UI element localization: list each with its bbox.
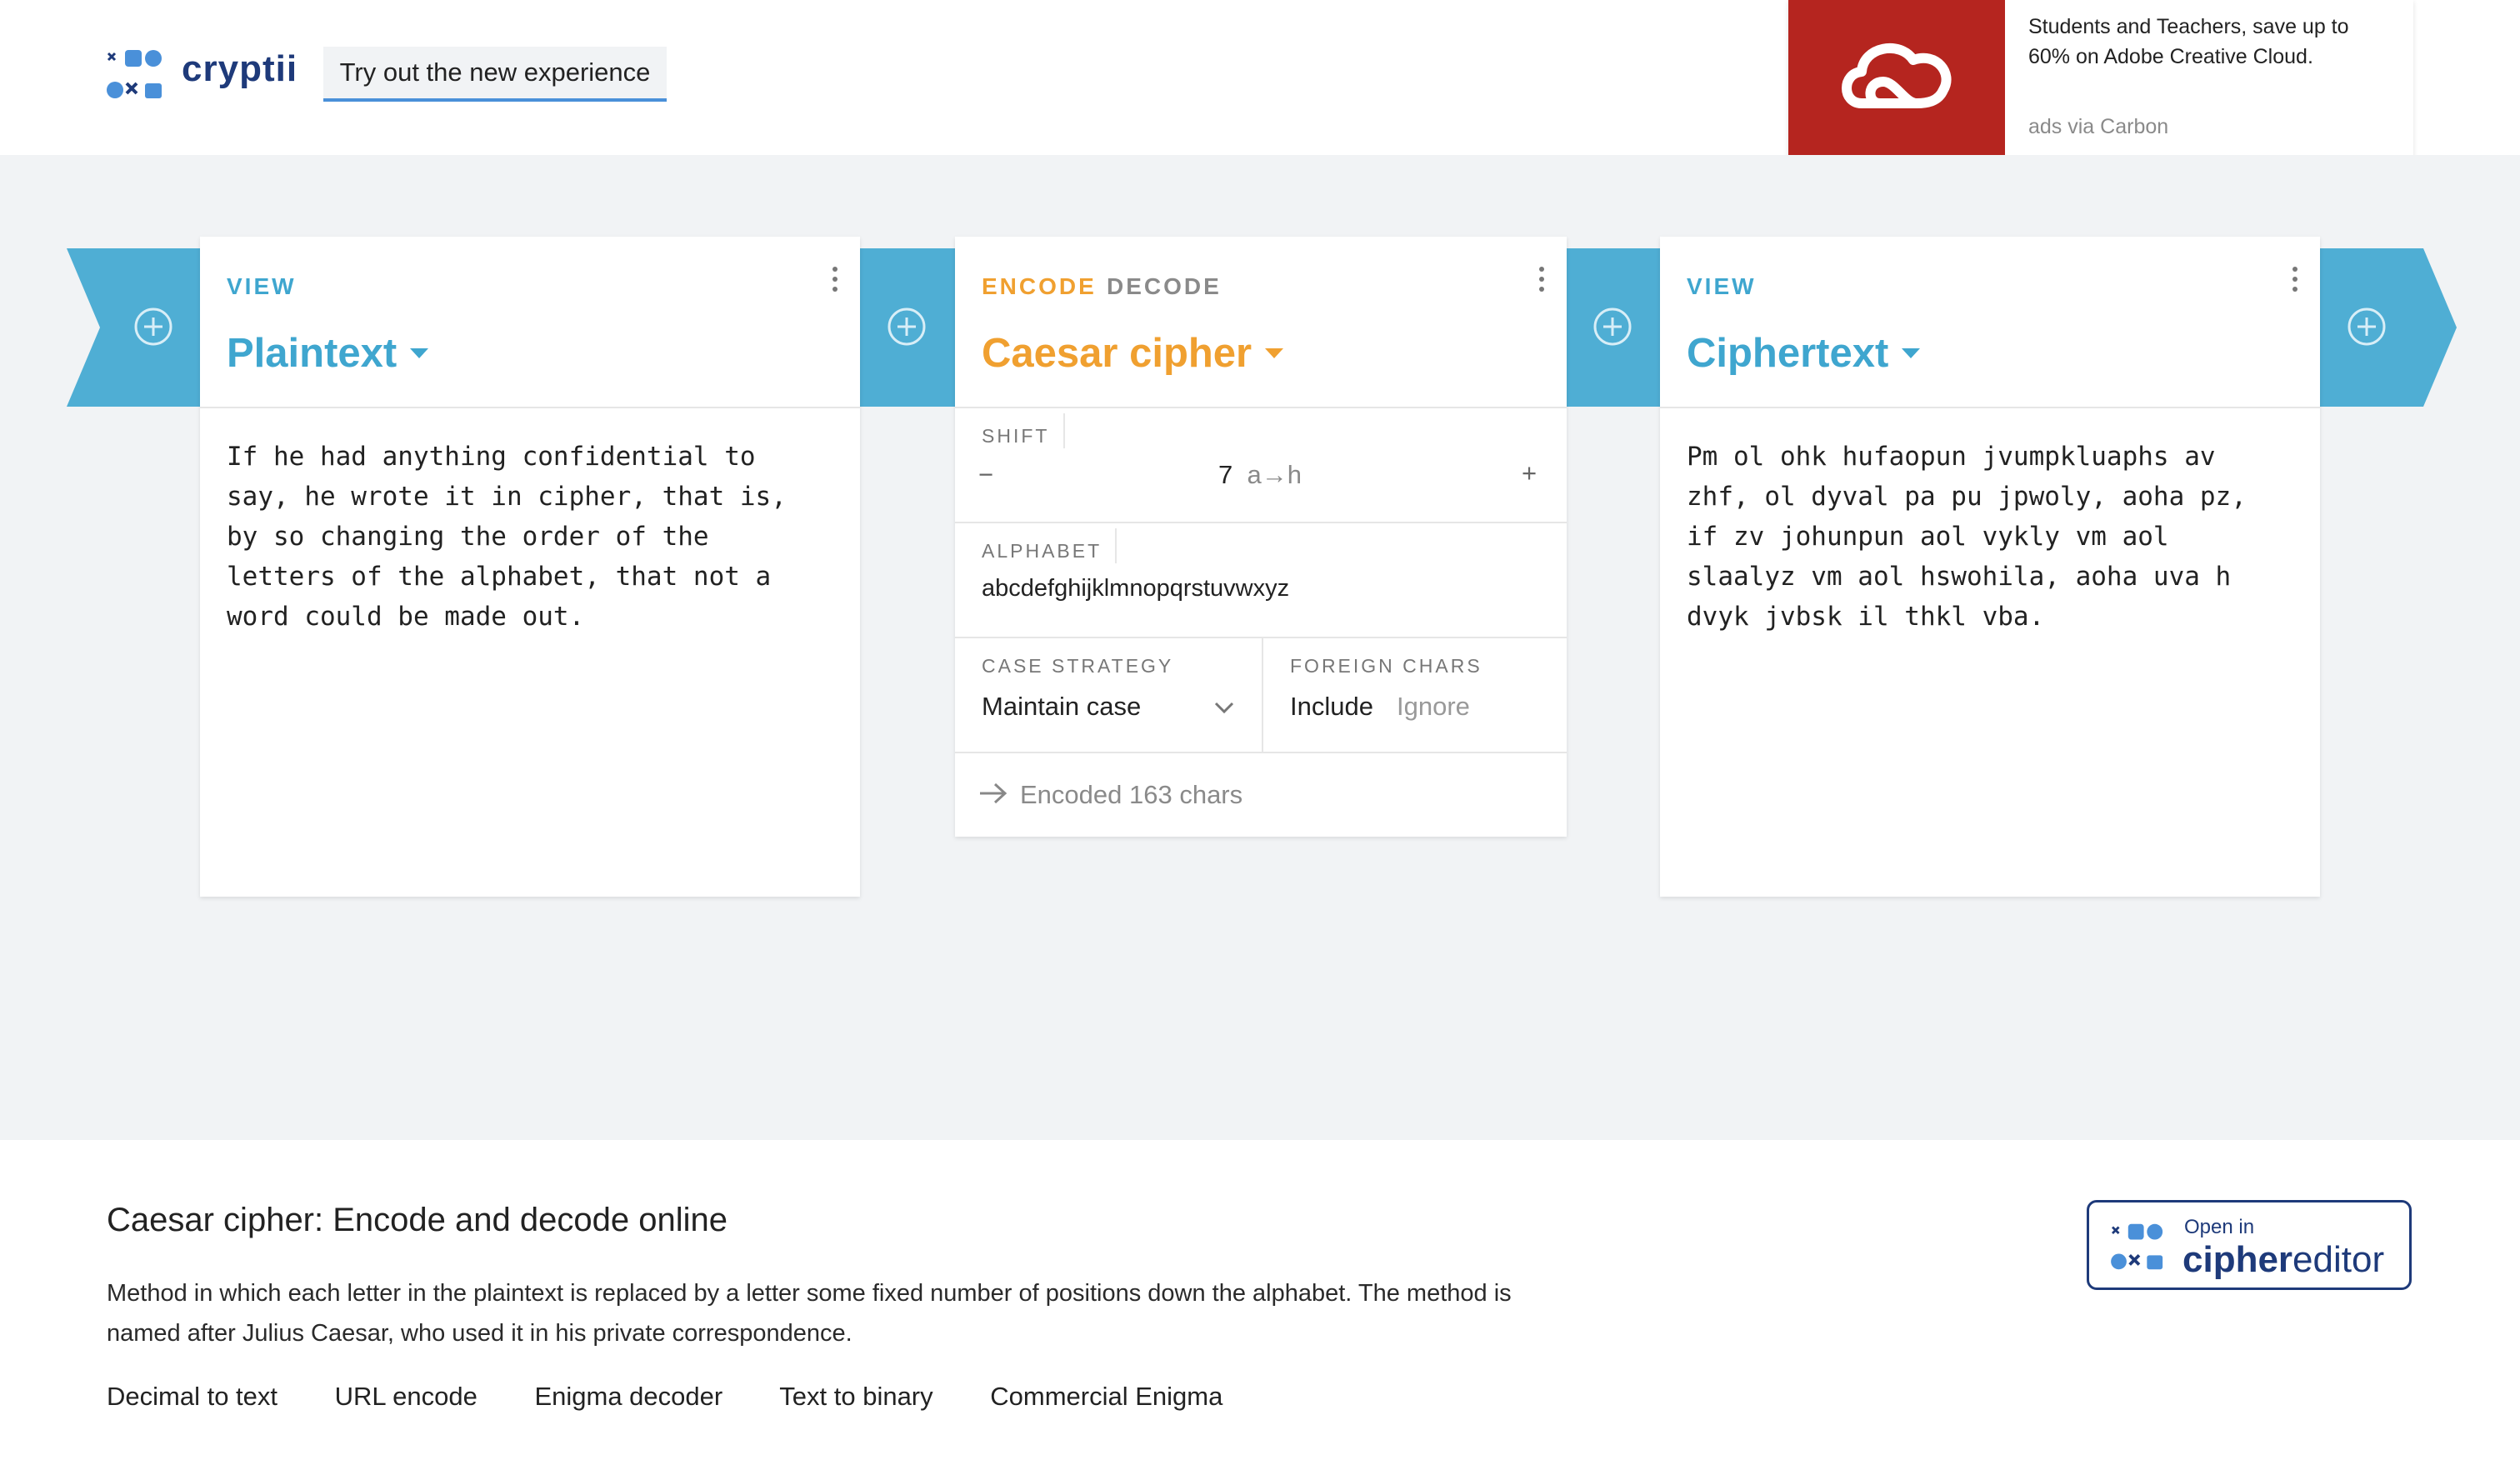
pipeline-canvas: VIEW Plaintext If he had anything confid…: [0, 155, 2520, 1140]
more-options-icon[interactable]: [830, 267, 840, 300]
status-text: Encoded 163 chars: [1020, 780, 1243, 809]
add-brick-icon[interactable]: [887, 307, 927, 347]
shift-mapping: a→h: [1247, 460, 1302, 489]
brand-name[interactable]: cryptii: [182, 48, 298, 90]
foreign-chars-label: FOREIGN CHARS: [1290, 655, 1482, 677]
plaintext-view-card: VIEW Plaintext If he had anything confid…: [200, 237, 860, 897]
ciphereditor-label: ciphereditor: [2182, 1239, 2384, 1281]
card-header: ENCODE DECODE Caesar cipher: [955, 237, 1567, 408]
add-brick-icon[interactable]: [1592, 307, 1632, 347]
chevron-down-icon[interactable]: [1213, 700, 1235, 715]
view-mode-label: VIEW: [227, 273, 297, 299]
add-brick-icon[interactable]: [2347, 307, 2387, 347]
arrow-right-icon: [980, 782, 1008, 804]
more-options-icon[interactable]: [1537, 267, 1547, 300]
brick-title: Ciphertext: [1687, 331, 1889, 376]
foreign-ignore-option[interactable]: Ignore: [1397, 692, 1470, 722]
alphabet-setting: ALPHABET abcdefghijklmnopqrstuvwxyz: [955, 523, 1567, 638]
creative-cloud-icon: [1842, 43, 1952, 108]
foreign-chars-setting: FOREIGN CHARS Include Ignore: [1263, 638, 1567, 752]
footer-info: Caesar cipher: Encode and decode online …: [0, 1140, 2520, 1480]
alphabet-input[interactable]: abcdefghijklmnopqrstuvwxyz: [982, 575, 1289, 602]
label-divider: [1063, 413, 1065, 448]
case-strategy-setting: CASE STRATEGY Maintain case: [955, 638, 1263, 752]
case-foreign-settings: CASE STRATEGY Maintain case FOREIGN CHAR…: [955, 638, 1567, 753]
ciphereditor-label-rest: editor: [2292, 1239, 2385, 1280]
ciphereditor-label-bold: cipher: [2182, 1239, 2293, 1280]
ciphertext-textarea[interactable]: Pm ol ohk hufaopun jvumpkluaphs av zhf, …: [1687, 437, 2295, 637]
try-new-experience-button[interactable]: Try out the new experience: [323, 47, 667, 102]
caesar-cipher-card: ENCODE DECODE Caesar cipher SHIFT − 7 a→…: [955, 237, 1567, 837]
open-in-ciphereditor-button[interactable]: Open in ciphereditor: [2087, 1200, 2412, 1290]
brick-title: Plaintext: [227, 331, 398, 376]
ciphereditor-logo-icon: [2111, 1223, 2163, 1270]
footer-title: Caesar cipher: Encode and decode online: [107, 1202, 728, 1238]
label-divider: [1115, 528, 1117, 563]
ad-image[interactable]: [1788, 0, 2005, 162]
ciphertext-view-card: VIEW Ciphertext Pm ol ohk hufaopun jvump…: [1660, 237, 2320, 897]
decode-tab[interactable]: DECODE: [1107, 273, 1222, 300]
top-header: cryptii Try out the new experience Stude…: [0, 0, 2520, 162]
shift-increment-button[interactable]: +: [1522, 458, 1537, 488]
shift-decrement-button[interactable]: −: [978, 460, 993, 490]
brick-title: Caesar cipher: [982, 331, 1252, 376]
plaintext-textarea[interactable]: If he had anything confidential to say, …: [227, 437, 835, 637]
caret-down-icon: [410, 348, 429, 359]
related-link[interactable]: Text to binary: [779, 1382, 932, 1411]
foreign-include-option[interactable]: Include: [1290, 692, 1373, 722]
ad-via-label[interactable]: ads via Carbon: [2028, 115, 2168, 139]
brick-selector[interactable]: Ciphertext: [1687, 330, 1921, 377]
ad-text[interactable]: Students and Teachers, save up to 60% on…: [2028, 12, 2387, 72]
card-header: VIEW Ciphertext: [1660, 237, 2320, 408]
shift-value[interactable]: 7 a→h: [1218, 460, 1302, 490]
related-link[interactable]: Commercial Enigma: [990, 1382, 1222, 1411]
add-brick-icon[interactable]: [133, 307, 173, 347]
related-link[interactable]: Enigma decoder: [534, 1382, 722, 1411]
shift-setting: SHIFT − 7 a→h +: [955, 408, 1567, 523]
related-link[interactable]: Decimal to text: [107, 1382, 278, 1411]
carbon-ad[interactable]: Students and Teachers, save up to 60% on…: [1788, 0, 2413, 162]
alphabet-label: ALPHABET: [982, 540, 1102, 562]
cryptii-logo-icon[interactable]: [107, 47, 165, 102]
view-mode-label: VIEW: [1687, 273, 1757, 299]
caret-down-icon: [1265, 348, 1284, 359]
card-header: VIEW Plaintext: [200, 237, 860, 408]
ribbon-end: [2320, 248, 2457, 407]
brick-selector[interactable]: Plaintext: [227, 330, 429, 377]
open-in-label: Open in: [2184, 1216, 2255, 1238]
case-strategy-label: CASE STRATEGY: [982, 655, 1174, 677]
shift-number: 7: [1218, 460, 1233, 489]
related-link[interactable]: URL encode: [335, 1382, 478, 1411]
case-strategy-select[interactable]: Maintain case: [982, 692, 1141, 722]
more-options-icon[interactable]: [2290, 267, 2300, 300]
brick-selector[interactable]: Caesar cipher: [982, 330, 1284, 377]
footer-description: Method in which each letter in the plain…: [107, 1280, 1512, 1347]
shift-label: SHIFT: [982, 425, 1050, 447]
related-links: Decimal to text URL encode Enigma decode…: [107, 1382, 1272, 1412]
encode-tab[interactable]: ENCODE: [982, 273, 1097, 300]
caret-down-icon: [1902, 348, 1921, 359]
status-bar: Encoded 163 chars: [955, 753, 1567, 837]
